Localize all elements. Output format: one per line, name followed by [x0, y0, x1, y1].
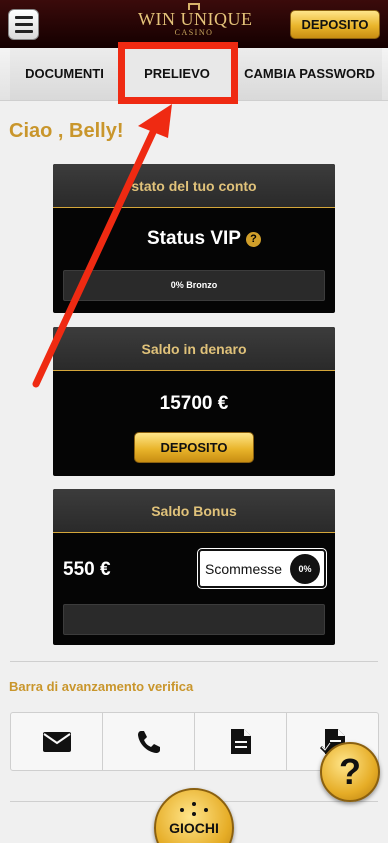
wager-label: Scommesse	[205, 561, 283, 577]
menu-line	[14, 16, 33, 19]
bonus-balance-amount: 550 €	[63, 559, 111, 580]
cash-balance-title: Saldo in denaro	[53, 327, 335, 371]
menu-line	[14, 23, 33, 26]
deposit-button[interactable]: DEPOSITO	[134, 432, 254, 463]
divider	[10, 661, 378, 662]
logo-text: WIN UNIQUE	[138, 9, 253, 29]
logo[interactable]: WIN UNIQUE CASINO	[138, 3, 253, 45]
verification-title: Barra di avanzamento verifica	[9, 679, 194, 694]
account-status-card: stato del tuo conto Status VIP ? 0% Bron…	[53, 164, 335, 313]
greeting: Ciao , Belly!	[9, 120, 124, 142]
account-status-title: stato del tuo conto	[53, 164, 335, 208]
cash-balance-card: Saldo in denaro 15700 € DEPOSITO	[53, 327, 335, 476]
games-button[interactable]: GIOCHI	[154, 788, 234, 843]
bonus-progress-bar	[63, 604, 325, 635]
crown-icon	[188, 3, 200, 10]
verify-email[interactable]	[11, 713, 103, 770]
highlight-box	[118, 42, 238, 104]
envelope-icon	[42, 731, 71, 752]
games-label: GIOCHI	[169, 820, 219, 836]
help-icon[interactable]: ?	[246, 232, 261, 247]
menu-line	[14, 30, 33, 33]
top-header: WIN UNIQUE CASINO DEPOSITO	[0, 0, 388, 48]
header-deposit-button[interactable]: DEPOSITO	[290, 10, 380, 39]
phone-icon	[137, 730, 160, 753]
wager-badge[interactable]: Scommesse 0%	[197, 548, 327, 589]
wager-percent: 0%	[290, 554, 320, 584]
help-button[interactable]: ?	[320, 742, 380, 802]
cash-balance-amount: 15700 €	[159, 393, 229, 414]
tab-cambia-password[interactable]: CAMBIA PASSWORD	[236, 48, 382, 100]
hamburger-menu-icon[interactable]	[8, 9, 39, 40]
vip-progress-bar: 0% Bronzo	[63, 270, 325, 301]
vip-status: Status VIP	[147, 228, 241, 249]
verify-phone[interactable]	[103, 713, 195, 770]
document-icon	[230, 729, 251, 754]
tab-documenti[interactable]: DOCUMENTI	[10, 48, 120, 100]
games-dots-icon	[180, 802, 208, 818]
bonus-balance-title: Saldo Bonus	[53, 489, 335, 533]
bonus-balance-card: Saldo Bonus 550 € Scommesse 0%	[53, 489, 335, 645]
verify-document[interactable]	[195, 713, 287, 770]
